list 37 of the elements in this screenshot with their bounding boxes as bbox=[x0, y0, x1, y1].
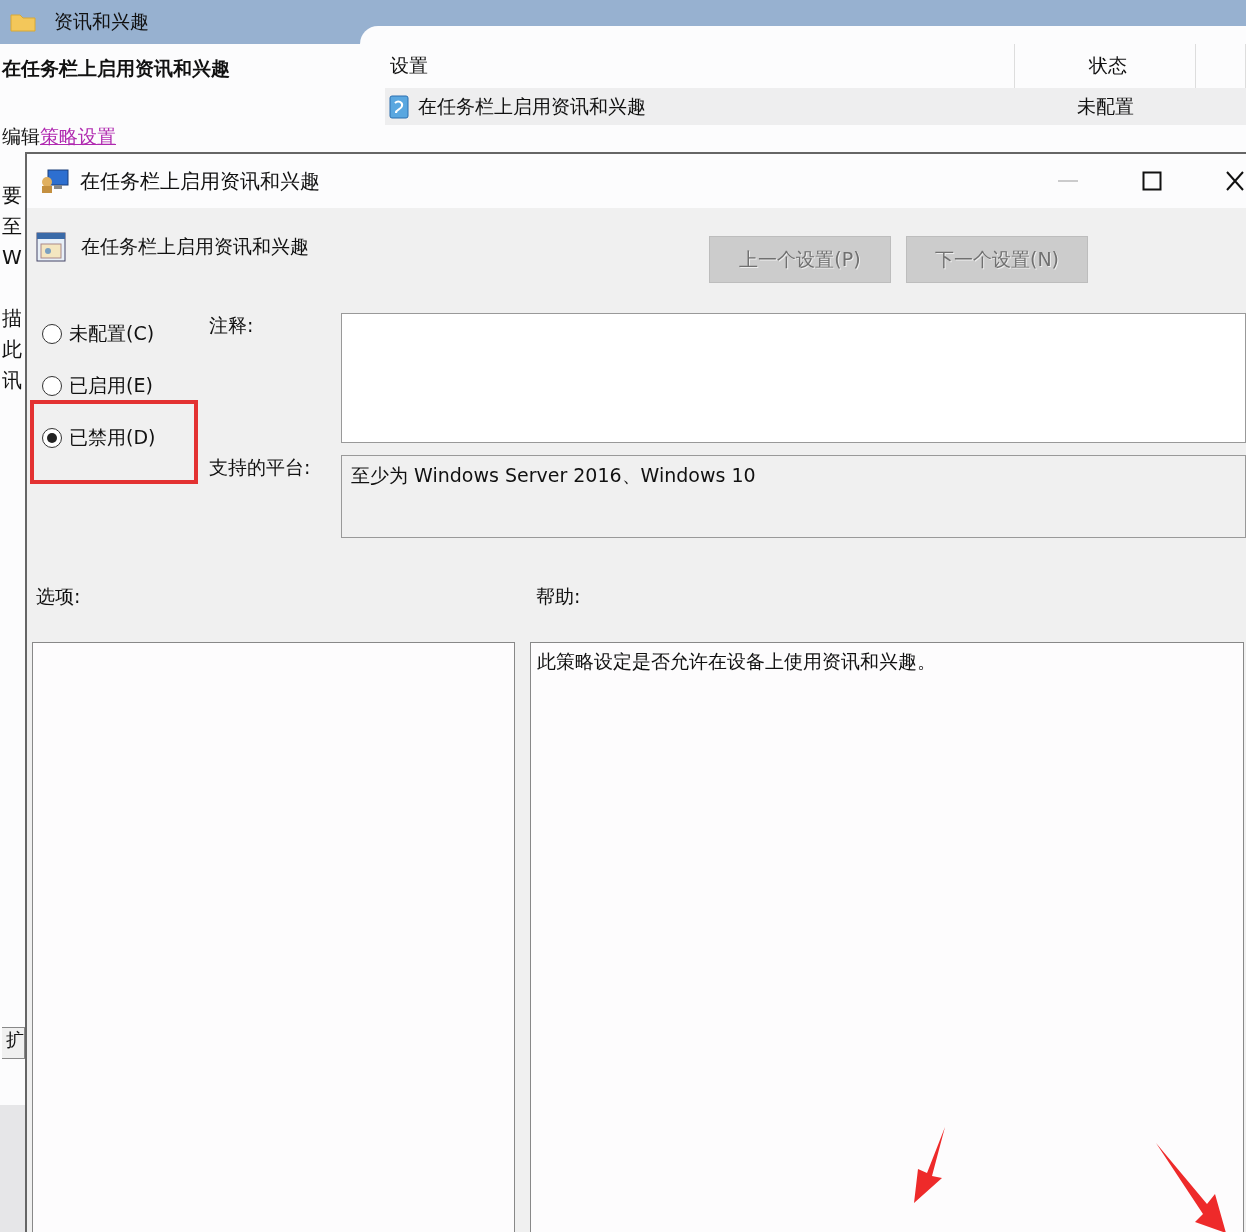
maximize-icon bbox=[1140, 171, 1164, 191]
description-text: 至 bbox=[2, 213, 22, 240]
description-text: 此 bbox=[2, 336, 22, 363]
platform-label: 支持的平台: bbox=[208, 455, 312, 480]
radio-button[interactable] bbox=[42, 324, 62, 344]
minimize-icon bbox=[1056, 180, 1080, 182]
close-icon bbox=[1224, 171, 1246, 191]
description-text: 讯 bbox=[2, 367, 22, 394]
radio-button[interactable] bbox=[42, 376, 62, 396]
side-tab[interactable]: 扩 bbox=[2, 1027, 25, 1059]
platform-field: 至少为 Windows Server 2016、Windows 10 bbox=[341, 455, 1246, 538]
window-title: 资讯和兴趣 bbox=[54, 9, 149, 34]
policy-setting-icon bbox=[388, 94, 410, 119]
table-cell-text: 在任务栏上启用资讯和兴趣 bbox=[418, 93, 646, 119]
help-label: 帮助: bbox=[536, 584, 582, 609]
description-text: 描 bbox=[2, 305, 22, 332]
help-text: 此策略设定是否允许在设备上使用资讯和兴趣。 bbox=[536, 649, 937, 674]
edit-label: 编辑 bbox=[2, 125, 40, 147]
annotation-arrow-icon bbox=[912, 1126, 946, 1204]
comment-label: 注释: bbox=[208, 313, 255, 338]
radio-label[interactable]: 已启用(E) bbox=[69, 373, 153, 399]
policy-title: 在任务栏上启用资讯和兴趣 bbox=[2, 56, 231, 81]
policy-icon bbox=[36, 232, 66, 262]
policy-name: 在任务栏上启用资讯和兴趣 bbox=[81, 234, 309, 259]
comment-field[interactable] bbox=[341, 313, 1246, 443]
dialog-title: 在任务栏上启用资讯和兴趣 bbox=[80, 167, 320, 195]
radio-button[interactable] bbox=[42, 428, 62, 448]
folder-icon bbox=[10, 12, 36, 32]
radio-label[interactable]: 未配置(C) bbox=[69, 321, 155, 347]
list-row[interactable]: 在任务栏上启用资讯和兴趣 未配置 bbox=[385, 88, 1246, 125]
table-cell-text: 未配置 bbox=[1076, 93, 1135, 119]
options-label: 选项: bbox=[36, 584, 82, 609]
computer-icon bbox=[40, 168, 70, 194]
description-text: W bbox=[2, 244, 22, 271]
radio-label[interactable]: 已禁用(D) bbox=[69, 425, 156, 451]
policy-settings-link[interactable]: 策略设置 bbox=[40, 125, 116, 147]
description-text: 要 bbox=[2, 182, 22, 209]
